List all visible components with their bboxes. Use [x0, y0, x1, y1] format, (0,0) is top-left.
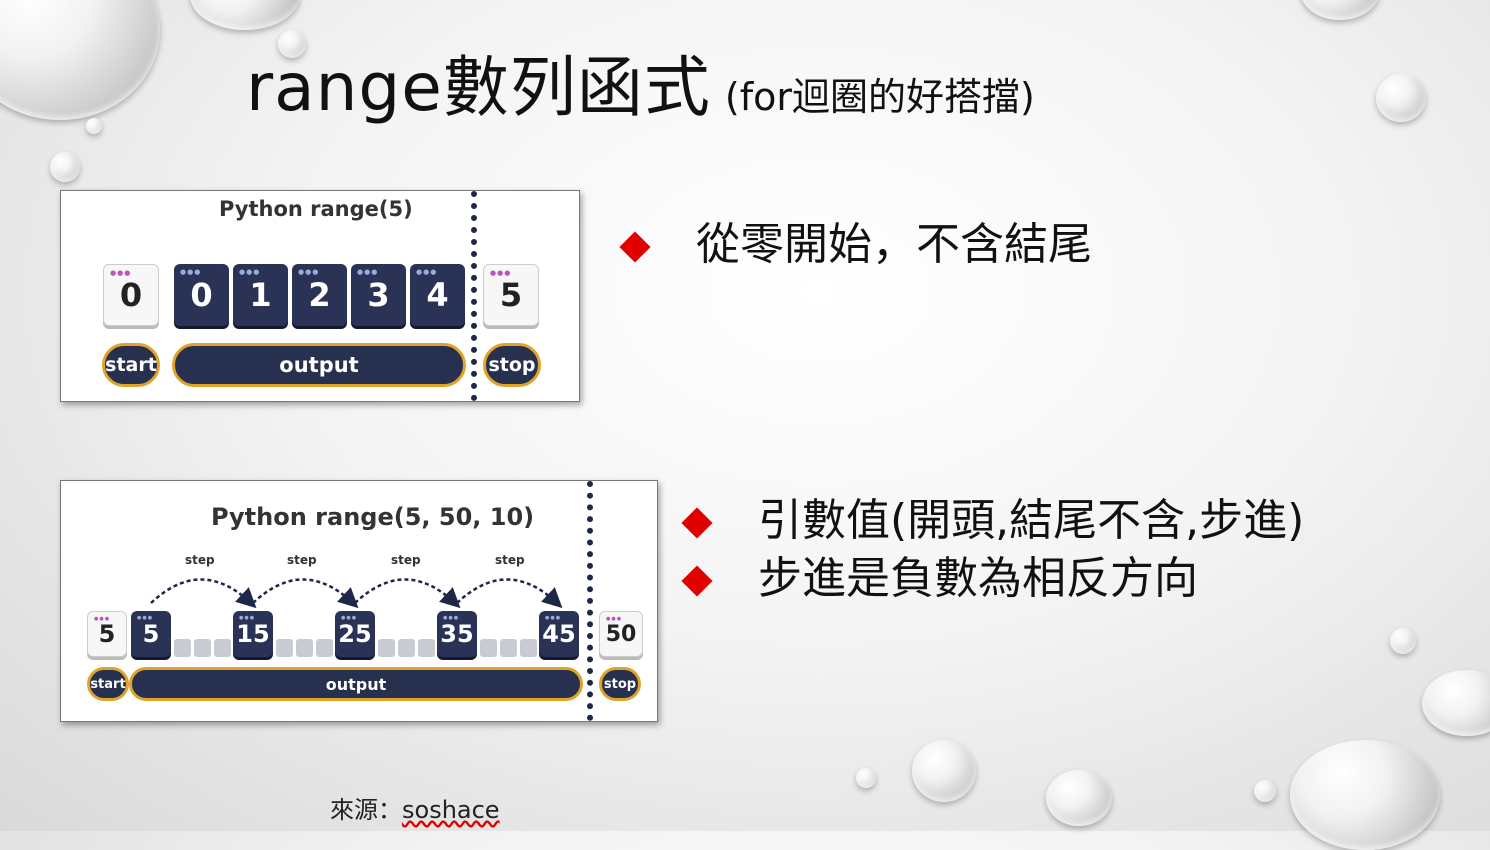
dots-icon: ●●● — [490, 269, 512, 277]
bullet-item: 步進是負數為相反方向 — [681, 542, 1198, 606]
output-value: 25 — [338, 620, 372, 648]
dots-icon: ●●● — [298, 268, 320, 276]
slide-title-main: range數列函式 — [246, 49, 711, 126]
slide-title: range數列函式 (for迴圈的好搭擋) — [246, 34, 1035, 130]
skipped-value — [500, 639, 517, 657]
red-diamond-bullet-icon — [619, 231, 651, 263]
output-box: ●●● 3 — [351, 264, 406, 326]
start-value: 5 — [98, 620, 116, 648]
diagram-title: Python range(5) — [219, 197, 413, 221]
skipped-value — [316, 639, 333, 657]
water-drop-decoration — [1300, 0, 1380, 20]
source-prefix: 來源： — [330, 796, 402, 824]
output-label: output — [172, 343, 466, 387]
water-drop-decoration — [1290, 740, 1440, 850]
water-drop-decoration — [856, 768, 876, 788]
skipped-value — [480, 639, 497, 657]
dots-icon: ●●● — [137, 615, 154, 621]
source-credit: 來源：soshace — [330, 790, 500, 825]
slide-title-sub: (for迴圈的好搭擋) — [724, 75, 1035, 119]
output-value: 45 — [542, 620, 576, 648]
stop-label: stop — [599, 667, 641, 701]
start-label: start — [102, 343, 160, 387]
water-drop-decoration — [0, 0, 160, 120]
bullet-text: 步進是負數為相反方向 — [758, 553, 1198, 604]
stop-label: stop — [483, 343, 541, 387]
skipped-value — [174, 639, 191, 657]
dots-icon: ●●● — [606, 616, 623, 622]
skipped-value — [398, 639, 415, 657]
source-name: soshace — [402, 796, 500, 824]
start-value: 0 — [119, 276, 143, 314]
output-box: ●●● 15 — [233, 611, 273, 657]
dots-icon: ●●● — [180, 268, 202, 276]
output-value: 15 — [236, 620, 270, 648]
skipped-value — [296, 639, 313, 657]
skipped-value — [194, 639, 211, 657]
dots-icon: ●●● — [416, 268, 438, 276]
bullet-item: 引數值(開頭,結尾不含,步進) — [681, 484, 1305, 548]
dots-icon: ●●● — [357, 268, 379, 276]
water-drop-decoration — [1390, 628, 1416, 654]
output-box: ●●● 5 — [131, 611, 171, 657]
step-label: step — [391, 553, 421, 567]
step-label: step — [495, 553, 525, 567]
step-label: step — [185, 553, 215, 567]
range5-diagram: Python range(5) ●●● 0 ●●● 0 ●●● 1 ●●● 2 ●●● 3… — [60, 190, 580, 402]
bullet-text: 引數值(開頭,結尾不含,步進) — [758, 495, 1305, 546]
water-drop-decoration — [912, 740, 976, 802]
dots-icon: ●●● — [545, 615, 562, 621]
dots-icon: ●●● — [94, 616, 111, 622]
red-diamond-bullet-icon — [681, 507, 713, 539]
output-box: ●●● 0 — [174, 264, 229, 326]
start-value-box: ●●● 0 — [103, 264, 159, 326]
bullet-text: 從零開始，不含結尾 — [696, 219, 1092, 270]
stop-value-box: ●●● 5 — [483, 264, 539, 326]
start-label: start — [87, 667, 129, 701]
output-box: ●●● 1 — [233, 264, 288, 326]
output-box: ●●● 45 — [539, 611, 579, 657]
stop-value-box: ●●● 50 — [599, 611, 643, 657]
water-drop-decoration — [1376, 74, 1426, 122]
output-value: 2 — [308, 276, 331, 314]
output-value: 0 — [190, 276, 213, 314]
stop-boundary-line — [471, 191, 477, 401]
red-diamond-bullet-icon — [681, 565, 713, 597]
start-value-box: ●●● 5 — [87, 611, 127, 657]
output-box: ●●● 35 — [437, 611, 477, 657]
skipped-value — [378, 639, 395, 657]
output-value: 3 — [367, 276, 390, 314]
stop-value: 5 — [499, 276, 523, 314]
water-drop-decoration — [190, 0, 300, 30]
output-box: ●●● 4 — [410, 264, 465, 326]
water-drop-decoration — [1422, 670, 1490, 736]
output-label: output — [129, 667, 583, 701]
water-drop-decoration — [86, 118, 102, 134]
dots-icon: ●●● — [110, 269, 132, 277]
output-value: 1 — [249, 276, 272, 314]
output-box: ●●● 2 — [292, 264, 347, 326]
skipped-value — [214, 639, 231, 657]
skipped-value — [276, 639, 293, 657]
skipped-value — [418, 639, 435, 657]
range5-50-10-diagram: Python range(5, 50, 10) step step step s… — [60, 480, 658, 722]
water-drop-decoration — [1254, 780, 1276, 802]
bullet-item: 從零開始，不含結尾 — [619, 208, 1092, 272]
skipped-value — [520, 639, 537, 657]
output-value: 5 — [142, 620, 160, 648]
output-value: 35 — [440, 620, 474, 648]
dots-icon: ●●● — [239, 268, 261, 276]
water-drop-decoration — [1046, 770, 1112, 826]
dots-icon: ●●● — [341, 615, 358, 621]
stop-value: 50 — [605, 621, 637, 647]
output-box: ●●● 25 — [335, 611, 375, 657]
dots-icon: ●●● — [239, 615, 256, 621]
water-drop-decoration — [50, 152, 80, 182]
step-label: step — [287, 553, 317, 567]
dots-icon: ●●● — [443, 615, 460, 621]
output-value: 4 — [426, 276, 449, 314]
